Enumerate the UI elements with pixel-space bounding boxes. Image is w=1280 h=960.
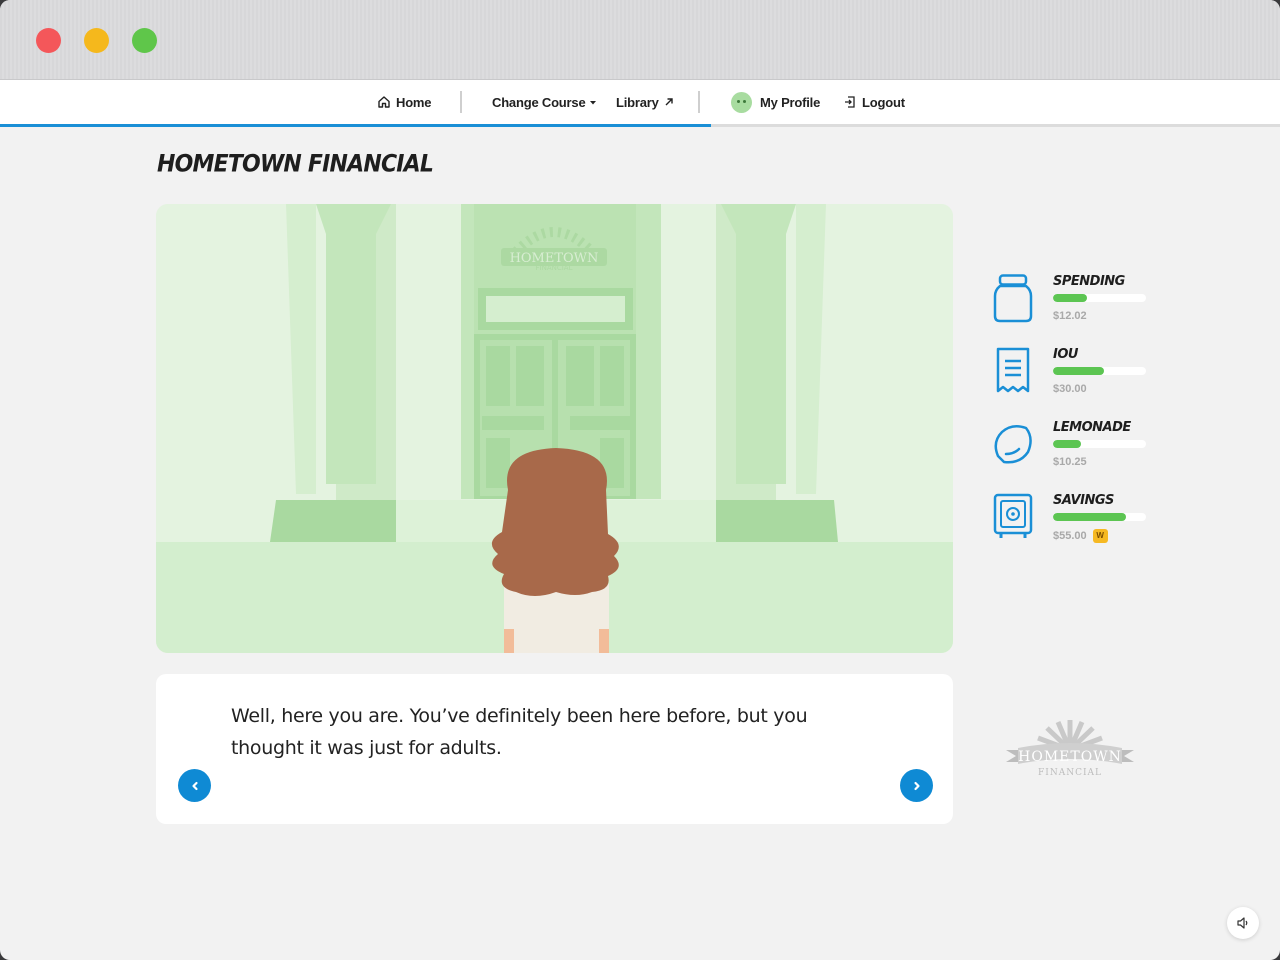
external-link-icon [665, 98, 673, 106]
sound-toggle-button[interactable] [1227, 907, 1259, 939]
meter-track [1053, 294, 1146, 302]
nav-change-course[interactable]: Change Course [492, 80, 598, 124]
meter-value: $12.02 [1053, 310, 1087, 322]
minimize-window-button[interactable] [84, 28, 109, 53]
nav-library-label: Library [616, 94, 659, 110]
chevron-left-icon [191, 781, 198, 790]
avatar [731, 91, 752, 113]
meter-value: $55.00 W [1053, 529, 1108, 543]
nav-home[interactable]: Home [377, 80, 432, 124]
savings-badge: W [1092, 529, 1108, 543]
meter-savings: SAVINGS $55.00 W [992, 493, 1162, 553]
meter-label: SAVINGS [1053, 493, 1114, 508]
logo-line1: HOMETOWN [1018, 749, 1122, 765]
hometown-financial-logo: HOMETOWN FINANCIAL [1006, 720, 1134, 778]
meter-label: SPENDING [1053, 274, 1125, 289]
lemon-icon [994, 424, 1032, 464]
page-title: HOMETOWN FINANCIAL [157, 151, 434, 178]
close-window-button[interactable] [36, 28, 61, 53]
nav-my-profile[interactable]: My Profile [731, 80, 820, 124]
app-window: Home Change Course Library My Profile Lo… [0, 0, 1280, 960]
meter-fill [1053, 367, 1105, 375]
meter-label: LEMONADE [1053, 420, 1131, 435]
next-button[interactable] [900, 769, 933, 802]
top-navbar: Home Change Course Library My Profile Lo… [0, 80, 1280, 127]
nav-change-course-label: Change Course [492, 94, 586, 110]
scene-sign-line2: FINANCIAL [536, 264, 573, 272]
nav-home-label: Home [396, 94, 432, 110]
story-scene: HOMETOWN FINANCIAL [156, 204, 953, 653]
nav-logout-label: Logout [862, 94, 905, 110]
meter-track [1053, 513, 1146, 521]
nav-logout[interactable]: Logout [843, 80, 905, 124]
speaker-icon [1237, 917, 1248, 929]
logo-line2: FINANCIAL [1038, 768, 1102, 778]
meter-label: IOU [1053, 347, 1078, 362]
previous-button[interactable] [178, 769, 211, 802]
bank-building-illustration: HOMETOWN FINANCIAL [156, 204, 953, 653]
safe-icon [993, 493, 1033, 538]
nav-divider [698, 91, 700, 113]
window-titlebar [0, 0, 1280, 80]
chevron-right-icon [913, 781, 920, 790]
logout-icon [845, 96, 855, 108]
caret-down-icon [590, 101, 597, 105]
course-progress-bar [0, 124, 711, 127]
meter-track [1053, 440, 1146, 448]
meter-value: $10.25 [1053, 456, 1087, 468]
nav-my-profile-label: My Profile [760, 94, 821, 110]
meter-value: $30.00 [1053, 383, 1087, 395]
home-icon [378, 96, 390, 108]
dialog-text: Well, here you are. You’ve definitely be… [231, 705, 808, 759]
meter-track [1053, 367, 1146, 375]
meter-iou: IOU $30.00 [992, 347, 1162, 407]
jar-icon [993, 274, 1033, 323]
meter-lemonade: LEMONADE $10.25 [992, 420, 1162, 480]
meter-fill [1053, 440, 1081, 448]
meter-spending: SPENDING $12.02 [992, 274, 1162, 334]
dialog-box: Well, here you are. You’ve definitely be… [156, 674, 953, 824]
maximize-window-button[interactable] [132, 28, 157, 53]
meter-fill [1053, 294, 1088, 302]
nav-divider [460, 91, 462, 113]
meter-fill [1053, 513, 1126, 521]
nav-library[interactable]: Library [616, 80, 675, 124]
receipt-icon [996, 347, 1030, 393]
